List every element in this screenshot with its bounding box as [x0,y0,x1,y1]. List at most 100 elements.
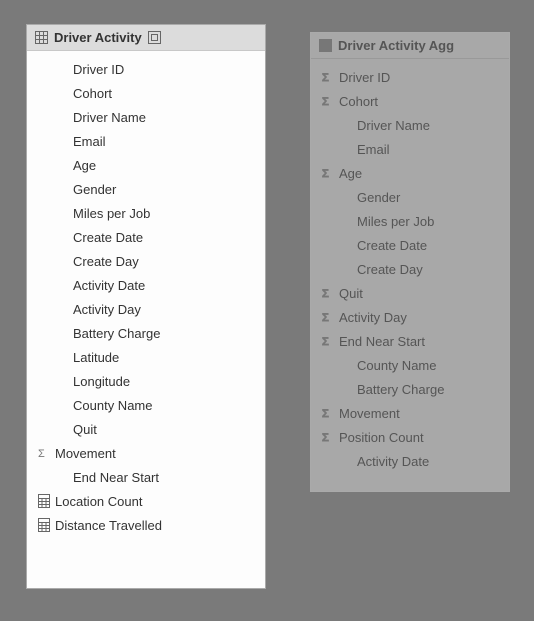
field-row[interactable]: ΣAge [311,161,509,185]
field-row[interactable]: Create Date [311,233,509,257]
svg-text:Σ: Σ [322,72,329,84]
field-row[interactable]: Quit [27,417,265,441]
svg-text:Σ: Σ [322,408,329,420]
field-row[interactable]: Longitude [27,369,265,393]
table-icon [35,31,48,44]
field-row[interactable]: Miles per Job [27,201,265,225]
field-label: Position Count [337,430,424,445]
table-panel-driver-activity[interactable]: Driver Activity Driver ID Cohort Driver Na… [26,24,266,589]
field-row[interactable]: Σ Movement [27,441,265,465]
field-row[interactable]: Battery Charge [311,377,509,401]
field-label: Driver Name [71,110,146,125]
layout-icon [148,31,161,44]
svg-text:Σ: Σ [322,288,329,300]
field-row[interactable]: Age [27,153,265,177]
field-label: Miles per Job [355,214,434,229]
field-label: Longitude [71,374,130,389]
field-label: Battery Charge [355,382,444,397]
panel-body: Driver ID Cohort Driver Name Email Age Gender… [27,51,265,547]
field-label: Driver Name [355,118,430,133]
field-label: Activity Day [337,310,407,325]
field-label: Cohort [71,86,112,101]
svg-text:Σ: Σ [322,432,329,444]
field-label: End Near Start [71,470,159,485]
sigma-icon: Σ [319,94,337,108]
field-row[interactable]: Create Day [27,249,265,273]
field-label: Quit [337,286,363,301]
svg-text:Σ: Σ [322,96,329,108]
field-row[interactable]: Distance Travelled [27,513,265,537]
panel-header[interactable]: Driver Activity [27,25,265,51]
field-label: Gender [71,182,116,197]
field-row[interactable]: Driver Name [311,113,509,137]
svg-text:Σ: Σ [322,312,329,324]
field-row[interactable]: Σ Activity Day [311,305,509,329]
field-row[interactable]: Battery Charge [27,321,265,345]
field-row[interactable]: ΣEnd Near Start [311,329,509,353]
sigma-icon: Σ [319,286,337,300]
field-label: Create Date [355,238,427,253]
field-row[interactable]: County Name [311,353,509,377]
field-label: County Name [355,358,436,373]
field-label: Activity Day [71,302,141,317]
field-row[interactable]: Σ Movement [311,401,509,425]
field-row[interactable]: Create Day [311,257,509,281]
field-row[interactable]: County Name [27,393,265,417]
field-row[interactable]: Cohort [27,81,265,105]
field-row[interactable]: Create Date [27,225,265,249]
sigma-icon: Σ [35,446,53,460]
field-label: Create Date [71,230,143,245]
field-row[interactable]: Gender [311,185,509,209]
field-label: Gender [355,190,400,205]
field-label: Distance Travelled [53,518,162,533]
field-row[interactable]: Σ Driver ID [311,65,509,89]
field-row[interactable]: Σ Quit [311,281,509,305]
field-row[interactable]: Email [27,129,265,153]
calc-icon [35,494,53,508]
sigma-icon: Σ [319,430,337,444]
field-row[interactable]: Location Count [27,489,265,513]
field-row[interactable]: Σ Position Count [311,425,509,449]
field-label: Movement [337,406,400,421]
svg-text:Σ: Σ [38,448,45,460]
field-row[interactable]: Activity Day [27,297,265,321]
field-label: Email [355,142,390,157]
field-label: Battery Charge [71,326,160,341]
sigma-icon: Σ [319,70,337,84]
field-label: Age [71,158,96,173]
sigma-icon: Σ [319,334,337,348]
field-row[interactable]: Driver ID [27,57,265,81]
panel-body: ΣDriver IDΣCohortDriver NameEmailΣAgeGen… [311,59,509,483]
field-label: Movement [53,446,116,461]
panel-title: Driver Activity Agg [338,38,454,53]
panel-header[interactable]: Driver Activity Agg [311,33,509,59]
sigma-icon: Σ [319,166,337,180]
calc-icon [35,518,53,532]
field-label: Age [337,166,362,181]
panel-title: Driver Activity [54,30,142,45]
field-label: Driver ID [71,62,124,77]
field-label: Driver ID [337,70,390,85]
sigma-icon: Σ [319,406,337,420]
field-label: Cohort [337,94,378,109]
field-row[interactable]: Σ Cohort [311,89,509,113]
table-panel-driver-activity-agg[interactable]: Driver Activity Agg Σ Driver ID Σ Cohort Dri… [310,32,510,492]
svg-text:Σ: Σ [322,336,329,348]
field-row[interactable]: End Near Start [27,465,265,489]
field-label: Quit [71,422,97,437]
field-row[interactable]: Gender [27,177,265,201]
field-row[interactable]: Activity Date [27,273,265,297]
field-label: Activity Date [71,278,145,293]
field-label: Create Day [71,254,139,269]
field-label: Miles per Job [71,206,150,221]
field-label: Latitude [71,350,119,365]
sigma-icon: Σ [319,310,337,324]
field-label: County Name [71,398,152,413]
field-row[interactable]: Driver Name [27,105,265,129]
field-label: Location Count [53,494,142,509]
field-row[interactable]: Miles per Job [311,209,509,233]
field-row[interactable]: Latitude [27,345,265,369]
field-row[interactable]: Activity Date [311,449,509,473]
field-label: Email [71,134,106,149]
field-row[interactable]: Email [311,137,509,161]
